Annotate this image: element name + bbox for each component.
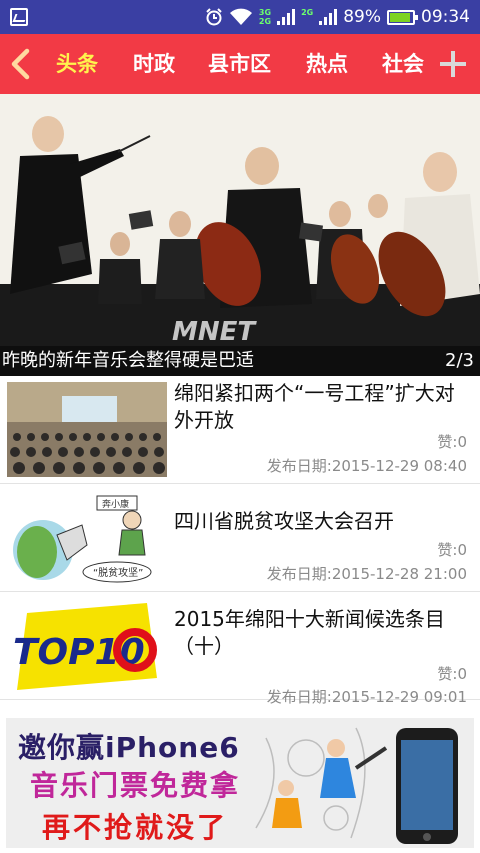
clock: 09:34 [421, 7, 470, 27]
publish-date: 发布日期:2015-12-29 08:40 [266, 457, 467, 475]
promo-banner[interactable]: 邀你赢iPhone6 音乐门票免费拿 再不抢就没了 [6, 718, 474, 848]
news-thumbnail-meeting [7, 382, 167, 477]
tab-headlines[interactable]: 头条 [56, 51, 98, 77]
status-indicators: 3G 2G 2G 89% 09:34 [205, 0, 470, 34]
promo-headline: 邀你赢iPhone6 [18, 731, 240, 764]
tab-politics[interactable]: 时政 [133, 51, 175, 77]
back-arrow-icon[interactable] [8, 48, 32, 80]
promo-urgency-text: 再不抢就没了 [42, 811, 229, 844]
news-title: 2015年绵阳十大新闻候选条目（十） [174, 607, 445, 658]
news-title: 四川省脱贫攻坚大会召开 [174, 509, 394, 533]
hero-caption: 昨晚的新年音乐会整得硬是巴适 [0, 346, 480, 376]
like-count: 赞:0 [437, 541, 467, 559]
battery-icon [387, 9, 418, 25]
thumb-sign-text: 奔小康 [102, 498, 129, 510]
network-type-2: 2G [301, 8, 314, 17]
news-list-item[interactable]: TOP10 2015年绵阳十大新闻候选条目（十） 赞:0 发布日期:2015-1… [0, 592, 480, 706]
thumb-bubble-text: “脱贫攻坚” [93, 566, 143, 579]
like-count: 赞:0 [437, 433, 467, 451]
battery-percent: 89% [343, 7, 381, 27]
publish-date: 发布日期:2015-12-29 09:01 [266, 688, 467, 706]
alarm-icon [206, 8, 222, 26]
orchestra-photo: MNET [0, 94, 480, 376]
news-list-item[interactable]: 绵阳紧扣两个“一号工程”扩大对外开放 赞:0 发布日期:2015-12-29 0… [0, 376, 480, 484]
category-nav-bar: 头条 时政 县市区 热点 社会 [0, 34, 480, 94]
hero-carousel[interactable]: MNET 昨晚的新年音乐会整得硬是巴适 2/3 [0, 94, 480, 376]
hero-page-indicator: 2/3 [445, 350, 474, 371]
news-title: 绵阳紧扣两个“一号工程”扩大对外开放 [174, 381, 455, 432]
like-count: 赞:0 [437, 665, 467, 683]
tab-hot[interactable]: 热点 [306, 51, 348, 77]
news-list-item[interactable]: 奔小康 “脱贫攻坚” 四川省脱贫攻坚大会召开 赞:0 发布日期:2015-12-… [0, 484, 480, 592]
wifi-icon [229, 8, 252, 25]
add-category-icon[interactable] [440, 51, 466, 77]
publish-date: 发布日期:2015-12-28 21:00 [266, 565, 467, 583]
watermark-logo: MNET [172, 317, 257, 347]
signal-strength-icon-1 [277, 9, 296, 25]
news-thumbnail-top10: TOP10 [7, 598, 167, 693]
network-type: 3G 2G [258, 8, 272, 26]
news-thumbnail-poverty-cartoon: 奔小康 “脱贫攻坚” [7, 490, 167, 585]
signal-strength-icon-2 [319, 9, 338, 25]
promo-subheadline: 音乐门票免费拿 [30, 769, 241, 802]
tab-society[interactable]: 社会 [382, 51, 424, 77]
tab-counties[interactable]: 县市区 [208, 51, 271, 77]
status-bar: 3G 2G 2G 89% 09:34 [0, 0, 480, 34]
gallery-notification-icon [10, 8, 28, 26]
